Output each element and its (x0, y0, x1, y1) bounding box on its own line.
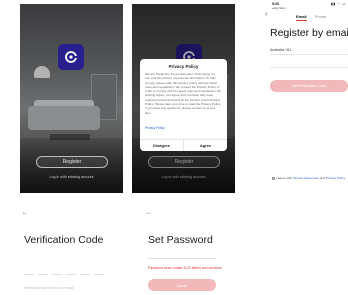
verification-hint: Verification code sent to your email (24, 286, 74, 290)
status-time: 9:33 (272, 2, 280, 6)
sofa-decoration (28, 106, 100, 130)
dialog-buttons: Disagree Agree (140, 139, 227, 151)
email-field[interactable] (270, 60, 348, 68)
code-digit-3[interactable] (52, 274, 62, 275)
privacy-dialog: Privacy Policy We are Hangzhou Tuya Info… (140, 59, 227, 151)
password-error: Password must contain 6-20 letters and n… (148, 266, 222, 270)
privacy-screen: Register Log in with existing account Pr… (132, 4, 235, 193)
agree-and: and (319, 176, 326, 180)
privacy-policy-link[interactable]: Privacy Policy (326, 176, 345, 180)
app-logo-icon (58, 44, 84, 70)
lamp-decoration (34, 66, 50, 78)
back-arrow-icon[interactable]: ← (22, 210, 28, 216)
service-agreement-link[interactable]: Service Agreement (293, 176, 319, 180)
chevron-right-icon: › (344, 48, 346, 52)
agree-button[interactable]: Agree (183, 140, 227, 151)
code-digit-2[interactable] (38, 274, 48, 275)
splash-screen: Register Log in with existing account (20, 4, 123, 193)
done-button[interactable]: Done (148, 279, 216, 291)
tab-email[interactable]: Email (296, 14, 307, 21)
disagree-button[interactable]: Disagree (140, 140, 183, 151)
back-icon[interactable]: ‹ (265, 11, 267, 18)
tab-bar: Email Phone (296, 14, 326, 21)
dialog-body: We are Hangzhou Tuya Information Technol… (145, 72, 222, 115)
set-password-title: Set Password (148, 234, 213, 246)
verification-title: Verification Code (24, 234, 104, 246)
agreement-row: I agree with Service Agreement and Priva… (272, 176, 348, 180)
code-digit-4[interactable] (66, 274, 76, 275)
register-email-screen: 9:33 ◂ App Store ▮▮ ◠ ▭ ‹ Email Phone Re… (262, 0, 348, 193)
country-select[interactable]: Australia +61 › (270, 48, 348, 55)
status-icons: ▮▮ ◠ ▭ (330, 2, 346, 6)
stage: Register Log in with existing account Re… (0, 0, 348, 295)
register-button[interactable]: Register (36, 156, 108, 168)
back-arrow-icon[interactable]: ← (146, 210, 152, 216)
login-link[interactable]: Log in with existing account (20, 175, 123, 179)
tab-phone[interactable]: Phone (315, 14, 327, 21)
agree-prefix: I agree with (276, 176, 293, 180)
code-digit-1[interactable] (24, 274, 34, 275)
get-verification-code-button[interactable]: Get Verification Code (270, 80, 348, 92)
status-carrier: ◂ App Store (272, 7, 286, 10)
page-title: Register by email (270, 27, 348, 39)
agree-checkbox[interactable] (272, 176, 275, 180)
password-field[interactable] (148, 258, 216, 259)
privacy-policy-link[interactable]: Privacy Policy (140, 125, 227, 131)
country-value: Australia +61 (270, 48, 292, 52)
code-digit-6[interactable] (94, 274, 104, 275)
code-digit-5[interactable] (80, 274, 90, 275)
